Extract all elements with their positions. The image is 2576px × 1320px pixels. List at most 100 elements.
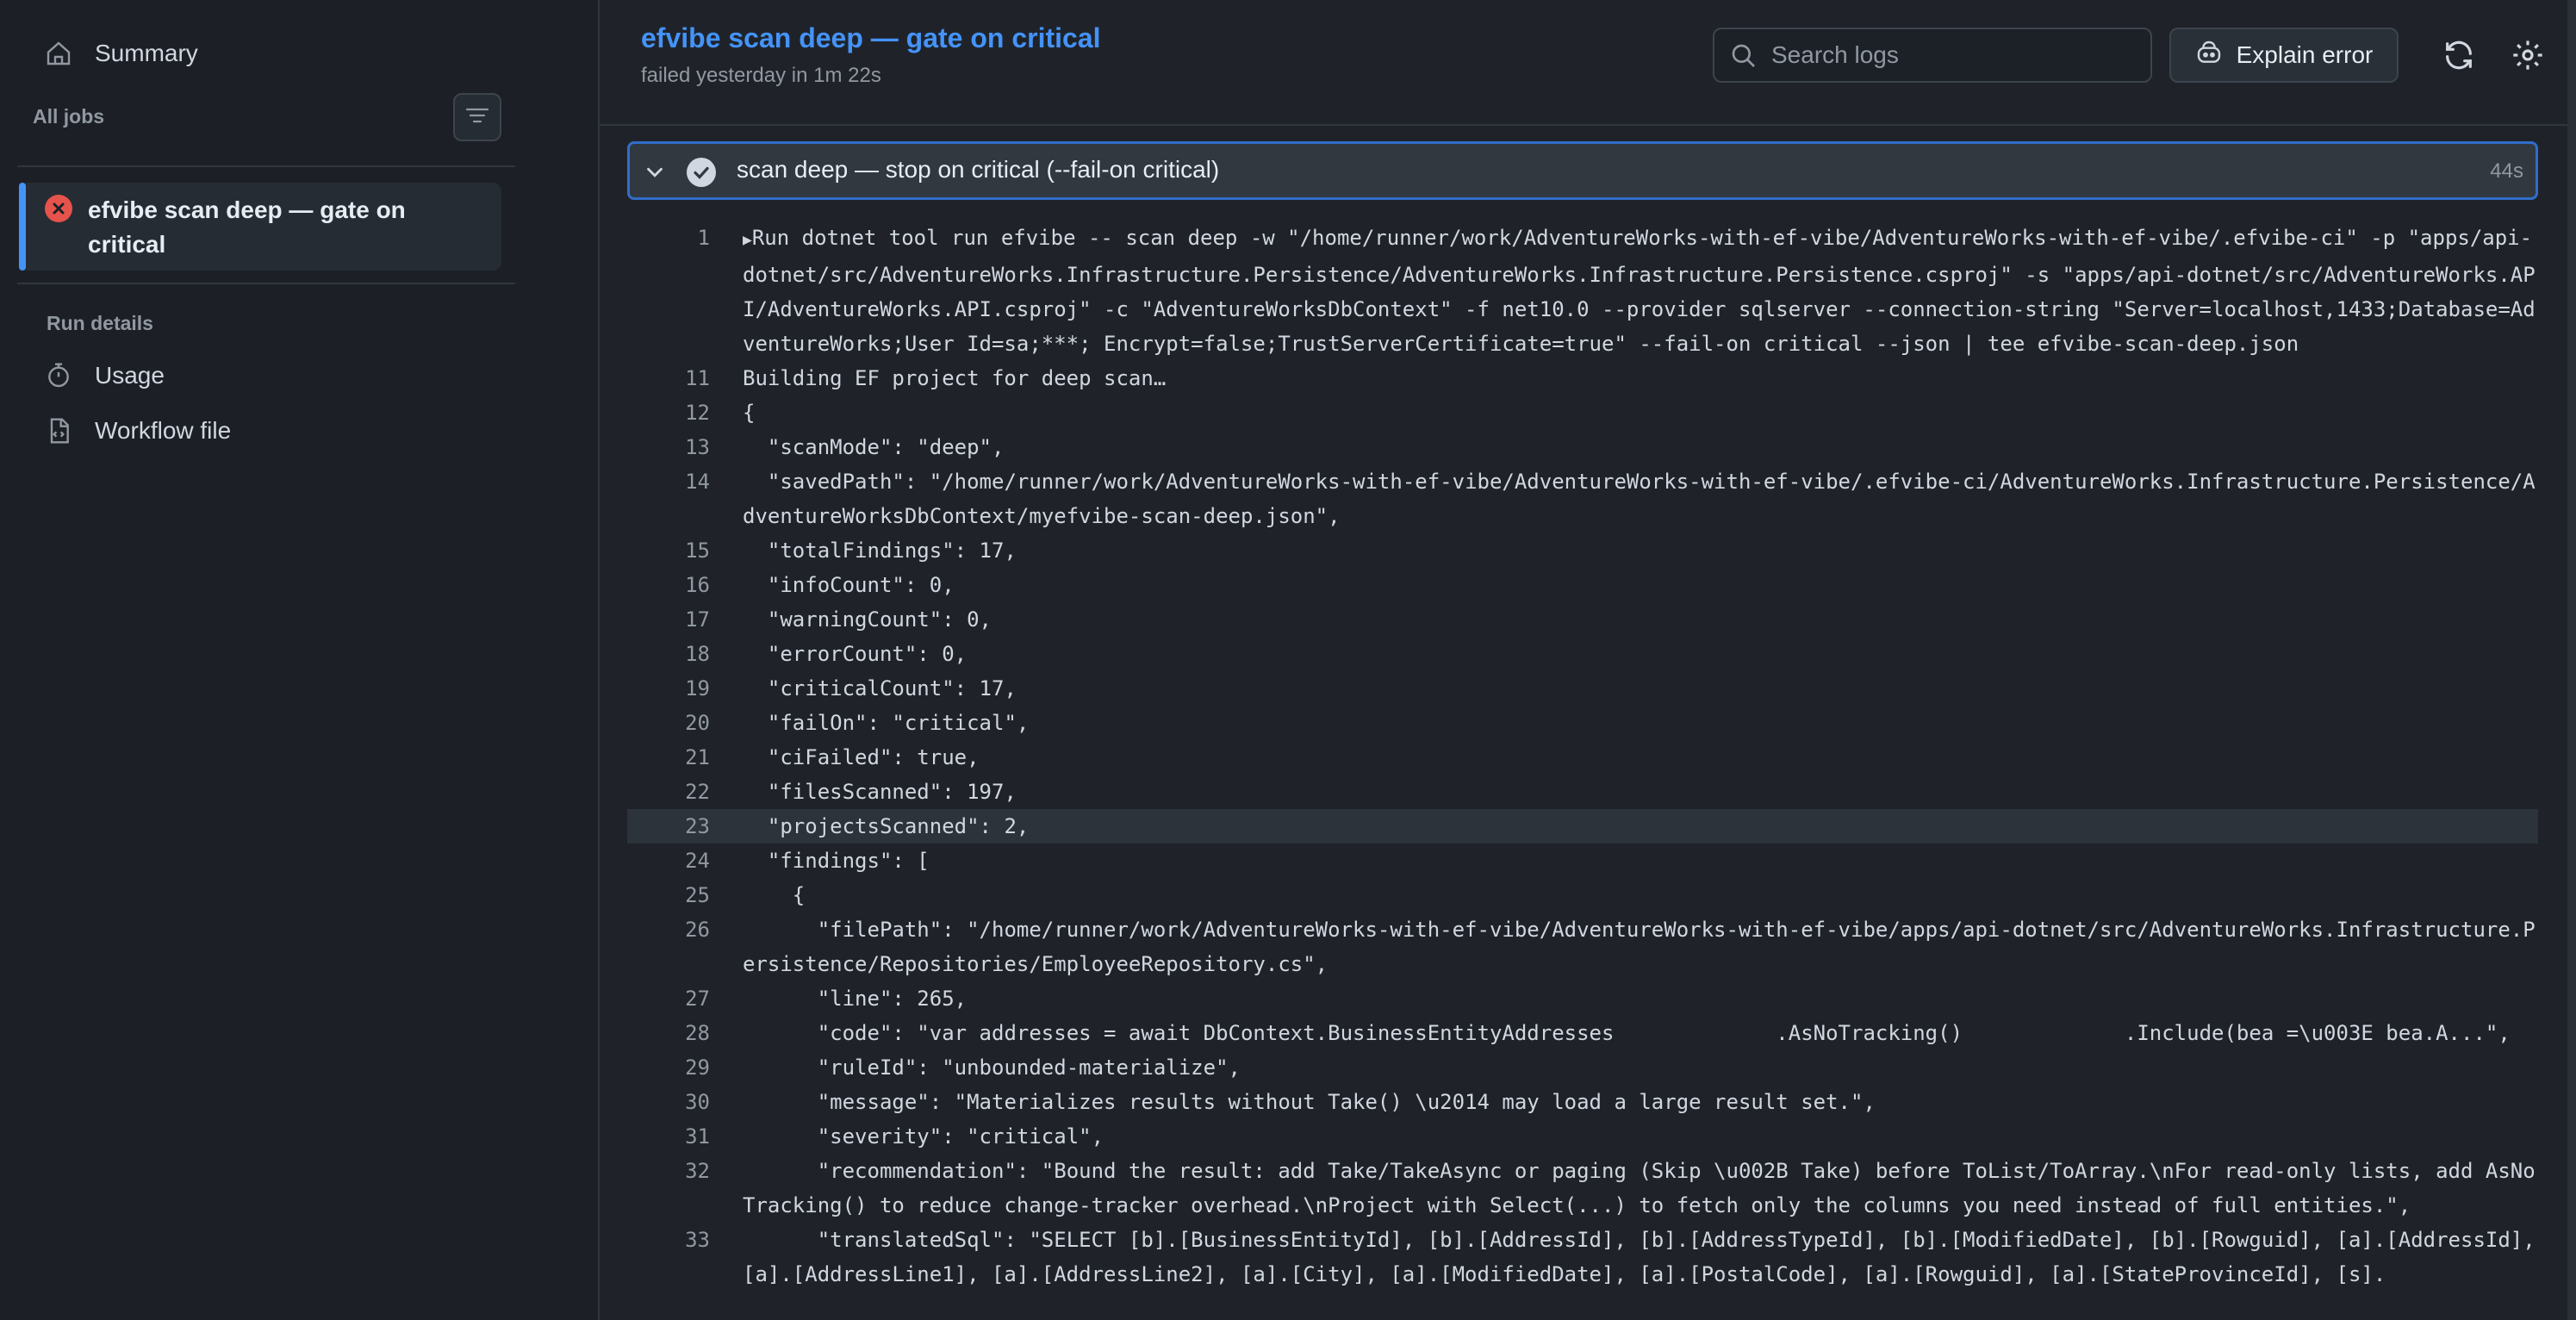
sidebar-usage-link[interactable]: Usage xyxy=(43,360,165,391)
log-line: 32 "recommendation": "Bound the result: … xyxy=(627,1154,2538,1223)
main-panel: efvibe scan deep — gate on critical fail… xyxy=(600,0,2576,1320)
log-line: 13 "scanMode": "deep", xyxy=(627,430,2538,464)
log-line: 27 "line": 265, xyxy=(627,981,2538,1016)
divider xyxy=(17,283,515,284)
line-number: 16 xyxy=(685,573,710,597)
line-number: 23 xyxy=(685,814,710,838)
line-number: 1 xyxy=(697,226,710,250)
line-number: 15 xyxy=(685,539,710,563)
log-text: "totalFindings": 17, xyxy=(743,539,1017,563)
refresh-icon[interactable] xyxy=(2442,38,2476,77)
line-number: 17 xyxy=(685,607,710,632)
log-line: 1 ▶Run dotnet tool run efvibe -- scan dee… xyxy=(627,221,2538,361)
line-number: 20 xyxy=(685,711,710,735)
log-text: "warningCount": 0, xyxy=(743,607,992,632)
log-text[interactable]: ▶Run dotnet tool run efvibe -- scan deep… xyxy=(710,221,2538,361)
explain-error-label: Explain error xyxy=(2236,41,2374,68)
line-number: 30 xyxy=(685,1090,710,1114)
log-line: 26 "filePath": "/home/runner/work/Advent… xyxy=(627,912,2538,981)
line-number: 28 xyxy=(685,1021,710,1045)
expand-triangle-icon[interactable]: ▶ xyxy=(743,231,752,249)
search-logs-input[interactable] xyxy=(1771,41,2133,69)
log-line: 18 "errorCount": 0, xyxy=(627,637,2538,671)
log-line: 17 "warningCount": 0, xyxy=(627,602,2538,637)
log-text: "message": "Materializes results without… xyxy=(743,1090,1876,1114)
scrollbar[interactable] xyxy=(2567,0,2576,1320)
line-number: 14 xyxy=(685,470,710,494)
line-number: 29 xyxy=(685,1055,710,1080)
workflow-file-label: Workflow file xyxy=(95,417,232,444)
log-line: 15 "totalFindings": 17, xyxy=(627,533,2538,568)
log-text: "errorCount": 0, xyxy=(743,642,968,666)
log-line: 12 { xyxy=(627,395,2538,430)
line-number: 19 xyxy=(685,676,710,700)
line-number: 27 xyxy=(685,987,710,1011)
explain-error-button[interactable]: Explain error xyxy=(2169,28,2399,83)
log-text: "findings": [ xyxy=(743,849,930,873)
log-line: 30 "message": "Materializes results with… xyxy=(627,1085,2538,1119)
line-number: 18 xyxy=(685,642,710,666)
home-icon xyxy=(43,38,74,69)
all-jobs-heading: All jobs xyxy=(33,105,105,128)
log-text: "infoCount": 0, xyxy=(743,573,955,597)
search-icon xyxy=(1730,42,1758,74)
line-number: 21 xyxy=(685,745,710,769)
line-number: 31 xyxy=(685,1124,710,1149)
log-line: 22 "filesScanned": 197, xyxy=(627,775,2538,809)
copilot-icon xyxy=(2195,39,2223,72)
line-number: 13 xyxy=(685,435,710,459)
log-line: 19 "criticalCount": 17, xyxy=(627,671,2538,706)
selected-indicator xyxy=(19,183,26,271)
summary-label: Summary xyxy=(95,40,198,66)
sidebar-workflow-file-link[interactable]: Workflow file xyxy=(43,415,231,446)
log-line-highlighted: 23 "projectsScanned": 2, xyxy=(627,809,2538,844)
log-line-text: Run dotnet tool run efvibe -- scan deep … xyxy=(743,226,2536,356)
log-output: 1 ▶Run dotnet tool run efvibe -- scan dee… xyxy=(627,221,2538,1292)
log-line: 14 "savedPath": "/home/runner/work/Adven… xyxy=(627,464,2538,533)
log-text: Building EF project for deep scan… xyxy=(743,366,1167,390)
log-step-header[interactable]: scan deep — stop on critical (--fail-on … xyxy=(627,141,2538,200)
log-line: 28 "code": "var addresses = await DbCont… xyxy=(627,1016,2538,1050)
log-text: "filePath": "/home/runner/work/Adventure… xyxy=(743,918,2536,976)
log-text: "line": 265, xyxy=(743,987,968,1011)
line-number: 33 xyxy=(685,1228,710,1252)
log-line: 16 "infoCount": 0, xyxy=(627,568,2538,602)
log-text: "code": "var addresses = await DbContext… xyxy=(743,1021,2511,1045)
job-title: efvibe scan deep — gate on critical xyxy=(641,22,1101,53)
log-text: { xyxy=(743,401,756,425)
chevron-down-icon[interactable] xyxy=(642,159,668,190)
filter-jobs-button[interactable] xyxy=(453,93,501,141)
line-number: 25 xyxy=(685,883,710,907)
run-details-heading: Run details xyxy=(47,312,153,334)
line-number: 24 xyxy=(685,849,710,873)
log-line: 33 "translatedSql": "SELECT [b].[Busines… xyxy=(627,1223,2538,1292)
line-number: 32 xyxy=(685,1159,710,1183)
filter-icon xyxy=(465,105,489,130)
step-duration: 44s xyxy=(2490,159,2523,183)
line-number: 12 xyxy=(685,401,710,425)
divider xyxy=(17,165,515,167)
usage-label: Usage xyxy=(95,362,165,389)
log-line: 29 "ruleId": "unbounded-materialize", xyxy=(627,1050,2538,1085)
stopwatch-icon xyxy=(43,360,74,391)
log-text: "filesScanned": 197, xyxy=(743,780,1017,804)
success-check-icon xyxy=(687,158,716,191)
job-label: efvibe scan deep — gate on critical xyxy=(88,196,406,258)
line-number: 11 xyxy=(685,366,710,390)
log-line: 11 Building EF project for deep scan… xyxy=(627,361,2538,395)
log-text: "severity": "critical", xyxy=(743,1124,1104,1149)
log-line: 25 { xyxy=(627,878,2538,912)
step-title: scan deep — stop on critical (--fail-on … xyxy=(737,156,1220,183)
log-text: { xyxy=(743,883,806,907)
job-header: efvibe scan deep — gate on critical fail… xyxy=(600,0,2576,126)
app: Summary All jobs efvibe scan deep — gate… xyxy=(0,0,2576,1320)
sidebar: Summary All jobs efvibe scan deep — gate… xyxy=(0,0,600,1320)
log-line: 31 "severity": "critical", xyxy=(627,1119,2538,1154)
log-text: "failOn": "critical", xyxy=(743,711,1030,735)
sidebar-summary-link[interactable]: Summary xyxy=(43,38,198,69)
gear-icon[interactable] xyxy=(2511,38,2545,77)
job-status-subtitle: failed yesterday in 1m 22s xyxy=(641,64,881,87)
log-text: "ciFailed": true, xyxy=(743,745,980,769)
log-text: "ruleId": "unbounded-materialize", xyxy=(743,1055,1241,1080)
job-item-efvibe-scan-deep[interactable]: efvibe scan deep — gate on critical xyxy=(19,183,501,271)
